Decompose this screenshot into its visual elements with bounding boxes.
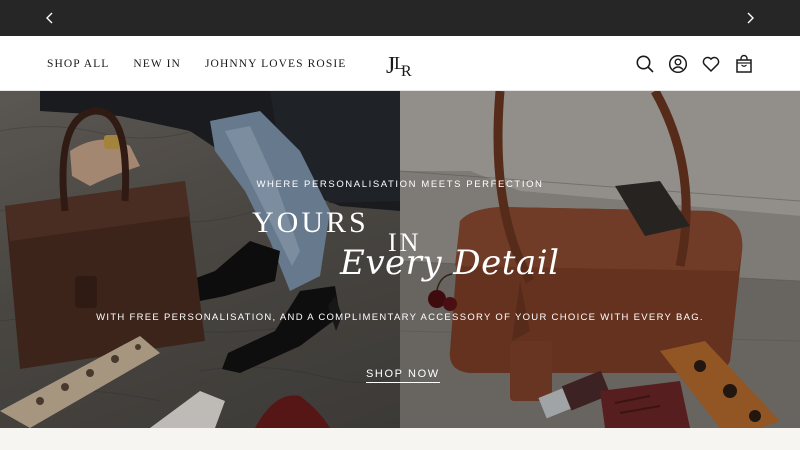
- header-icons: [635, 36, 754, 91]
- wishlist-heart-icon[interactable]: [701, 54, 721, 74]
- account-icon[interactable]: [668, 54, 688, 74]
- hero-banner: WHERE PERSONALISATION MEETS PERFECTION Y…: [0, 91, 800, 428]
- below-hero-section: [0, 428, 800, 450]
- announcement-bar: [0, 0, 800, 36]
- nav-shop-all[interactable]: SHOP ALL: [47, 58, 109, 70]
- chevron-right-icon[interactable]: [740, 8, 760, 28]
- nav-johnny-loves-rosie[interactable]: JOHNNY LOVES ROSIE: [205, 58, 346, 70]
- cart-bag-icon[interactable]: [734, 54, 754, 74]
- brand-logo[interactable]: J L R: [383, 46, 417, 80]
- hero-headline-yours: YOURS: [252, 206, 369, 239]
- nav-new-in[interactable]: NEW IN: [133, 58, 181, 70]
- shop-now-button[interactable]: SHOP NOW: [366, 368, 440, 383]
- hero-tagline: WHERE PERSONALISATION MEETS PERFECTION: [256, 179, 544, 190]
- site-header: SHOP ALL NEW IN JOHNNY LOVES ROSIE J L R: [0, 36, 800, 91]
- hero-subtext: WITH FREE PERSONALISATION, AND A COMPLIM…: [96, 312, 704, 323]
- chevron-left-icon[interactable]: [40, 8, 60, 28]
- hero-headline-script: Every Detail: [340, 243, 560, 283]
- main-nav: SHOP ALL NEW IN JOHNNY LOVES ROSIE: [47, 36, 346, 91]
- svg-text:R: R: [401, 63, 412, 80]
- search-icon[interactable]: [635, 54, 655, 74]
